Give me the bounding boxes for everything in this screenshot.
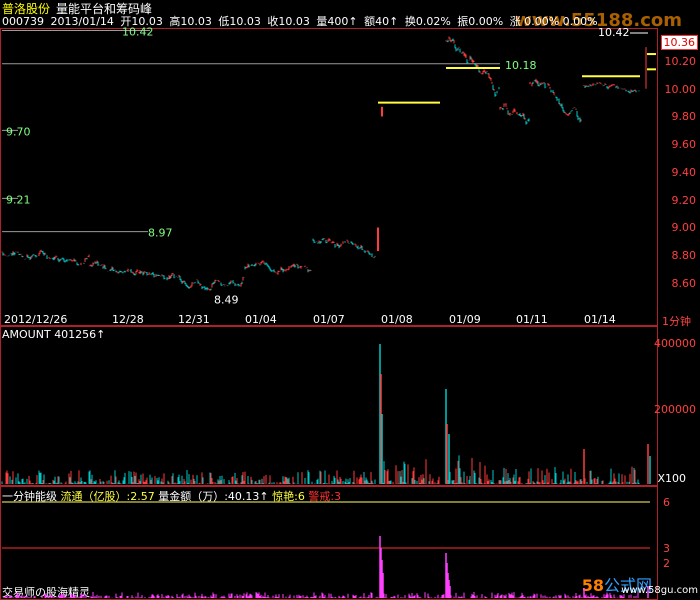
y-tick: 10.20 [664, 55, 697, 68]
volume: 量400↑ [316, 15, 358, 28]
y-tick: 8.80 [671, 249, 697, 262]
x-tick: 01/08 [381, 313, 413, 326]
open-price: 开10.03 [120, 15, 163, 28]
x-tick: 12/28 [112, 313, 144, 326]
turnover: 换0.02% [404, 15, 451, 28]
site-url: www.58gu.com [621, 585, 698, 596]
quote-info-bar: 000739 2013/01/14 开10.03 高10.03 低10.03 收… [2, 13, 601, 29]
y-tick: 2 [663, 557, 670, 570]
y-tick: 9.20 [671, 194, 697, 207]
logo-number: 58 [581, 576, 604, 595]
y-tick: 3 [663, 542, 670, 555]
amount-panel[interactable] [0, 326, 658, 486]
y-tick: 9.00 [671, 221, 697, 234]
price-panel[interactable] [0, 28, 658, 326]
high-price: 高10.03 [169, 15, 212, 28]
amount-value: 401256↑ [54, 328, 106, 341]
amount: 额40↑ [364, 15, 399, 28]
indicator-title: 一分钟能级 [2, 490, 57, 503]
amount-label: AMOUNT [2, 328, 51, 341]
alert-level: 惊艳:6 [272, 490, 305, 503]
warning-level: 警戒:3 [308, 490, 342, 503]
x-tick: 01/07 [313, 313, 345, 326]
y-tick: 400000 [654, 337, 696, 350]
y-tick: 200000 [654, 403, 696, 416]
y-tick: 10.00 [664, 83, 697, 96]
close-price: 收10.03 [267, 15, 310, 28]
amplitude: 振0.00% [457, 15, 504, 28]
change: 涨 0.00% 0.00% [509, 15, 598, 28]
y-tick: 6 [663, 496, 670, 509]
quote-date: 2013/01/14 [50, 15, 114, 28]
period-selector[interactable]: 1分钟 [662, 313, 691, 329]
x-tick: 2012/12/26 [4, 313, 68, 326]
indicator-header: 一分钟能级 流通（亿股）:2.57 量金额（万）:40.13↑ 惊艳:6 警戒:… [2, 488, 341, 504]
y-tick: 9.80 [671, 110, 697, 123]
last-price-badge: 10.36 [660, 35, 698, 50]
amount-unit: X100 [657, 472, 686, 485]
x-tick: 01/09 [449, 313, 481, 326]
amount-header: AMOUNT 401256↑ [2, 328, 105, 341]
x-tick: 01/11 [516, 313, 548, 326]
y-tick: 8.60 [671, 277, 697, 290]
x-tick: 01/14 [584, 313, 616, 326]
y-tick: 9.40 [671, 166, 697, 179]
x-tick: 12/31 [178, 313, 210, 326]
x-tick: 01/04 [245, 313, 277, 326]
amount-metric: 量金额（万）:40.13↑ [158, 490, 269, 503]
stock-code: 000739 [2, 15, 44, 28]
author-credit: 交易师の股海精灵 [2, 586, 90, 599]
low-price: 低10.03 [218, 15, 261, 28]
y-tick: 9.60 [671, 138, 697, 151]
float-shares: 流通（亿股）:2.57 [60, 490, 155, 503]
